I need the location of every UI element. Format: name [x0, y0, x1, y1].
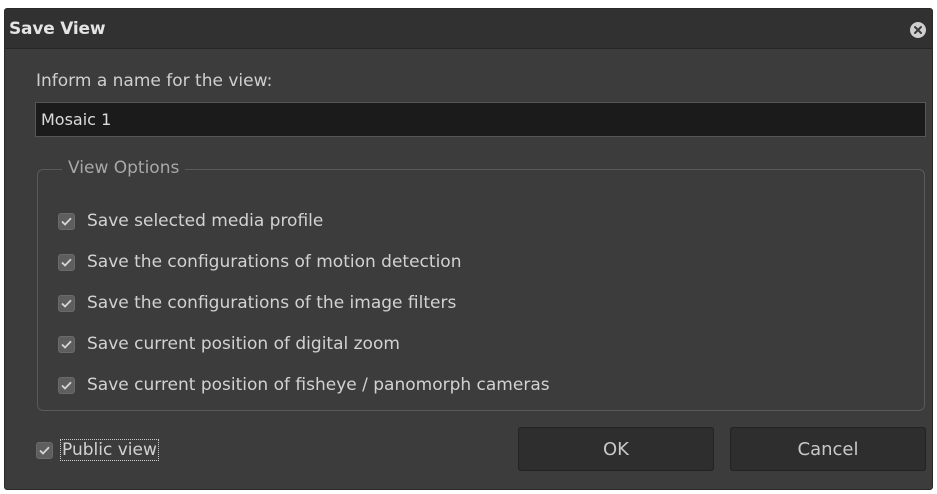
checkbox-checked-icon[interactable]	[36, 441, 53, 459]
checkbox-checked-icon[interactable]	[58, 376, 75, 394]
checkbox-checked-icon[interactable]	[58, 253, 75, 271]
cancel-button[interactable]: Cancel	[730, 427, 926, 471]
view-name-label: Inform a name for the view:	[36, 71, 273, 91]
checkbox-checked-icon[interactable]	[58, 212, 75, 230]
option-label: Save selected media profile	[87, 211, 324, 231]
public-view-label: Public view	[60, 439, 159, 461]
view-options-legend: View Options	[62, 158, 186, 178]
option-save-digital-zoom[interactable]: Save current position of digital zoom	[58, 331, 400, 357]
option-label: Save the configurations of the image fil…	[87, 293, 457, 313]
checkbox-checked-icon[interactable]	[58, 294, 75, 312]
close-icon[interactable]	[910, 22, 926, 38]
view-options-group: View Options Save selected media profile…	[37, 158, 925, 411]
checkbox-checked-icon[interactable]	[58, 335, 75, 353]
option-save-motion-detection[interactable]: Save the configurations of motion detect…	[58, 249, 461, 275]
option-label: Save the configurations of motion detect…	[87, 252, 462, 272]
option-label: Save current position of digital zoom	[87, 334, 400, 354]
option-save-media-profile[interactable]: Save selected media profile	[58, 208, 323, 234]
public-view-option[interactable]: Public view	[36, 437, 159, 463]
dialog-title: Save View	[9, 19, 106, 39]
save-view-dialog: Save View Inform a name for the view: Vi…	[4, 8, 933, 490]
option-save-image-filters[interactable]: Save the configurations of the image fil…	[58, 290, 456, 316]
title-bar[interactable]: Save View	[5, 9, 932, 49]
ok-button[interactable]: OK	[518, 427, 714, 471]
option-save-fisheye-position[interactable]: Save current position of fisheye / panom…	[58, 372, 550, 398]
option-label: Save current position of fisheye / panom…	[87, 375, 550, 395]
view-name-input[interactable]	[35, 102, 926, 137]
